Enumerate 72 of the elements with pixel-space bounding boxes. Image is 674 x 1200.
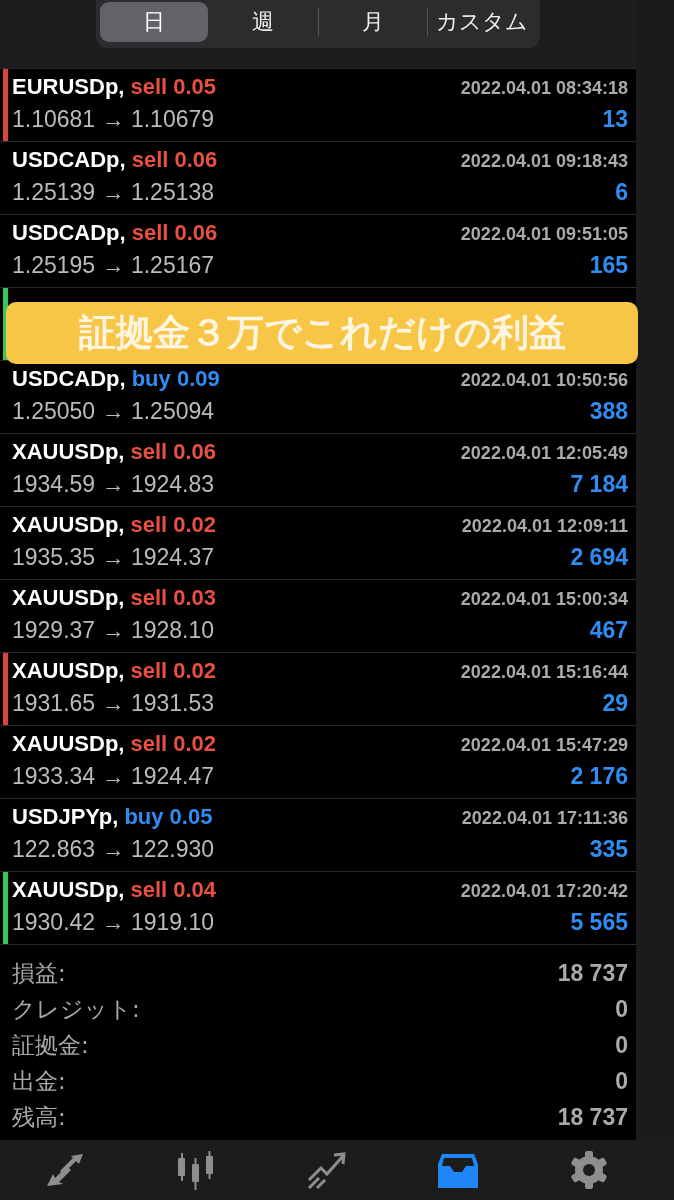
symbol: EURUSDp, xyxy=(12,74,125,100)
symbol: XAUUSDp, xyxy=(12,439,125,465)
symbol: XAUUSDp, xyxy=(12,877,125,903)
profit-value: 388 xyxy=(589,398,628,425)
profit-value: 6 xyxy=(615,179,628,206)
symbol: XAUUSDp, xyxy=(12,658,125,684)
deal-time: 2022.04.01 12:05:49 xyxy=(460,443,628,464)
trend-arrow-icon xyxy=(305,1150,349,1190)
symbol: USDJPYp, xyxy=(12,804,119,830)
order-type: sell 0.02 xyxy=(130,658,217,684)
order-type: sell 0.06 xyxy=(131,220,218,246)
price-change: 1.25139 → 1.25138 xyxy=(12,179,215,206)
price-change: 1.10681 → 1.10679 xyxy=(12,106,215,133)
deal-time: 2022.04.01 15:16:44 xyxy=(460,662,628,683)
summary-label: 証拠金: xyxy=(12,1030,89,1060)
deal-time: 2022.04.01 17:20:42 xyxy=(460,881,628,902)
summary-label: 損益: xyxy=(12,958,66,988)
profit-value: 2 176 xyxy=(570,763,628,790)
profit-value: 335 xyxy=(589,836,628,863)
profit-value: 29 xyxy=(602,690,628,717)
price-change: 1.25050 → 1.25094 xyxy=(12,398,215,425)
order-type: sell 0.05 xyxy=(130,74,217,100)
summary-value: 0 xyxy=(615,1067,628,1095)
price-change: 122.863 → 122.930 xyxy=(12,836,215,863)
caption-banner: 証拠金３万でこれだけの利益 xyxy=(6,302,638,364)
tab-bar-button[interactable] xyxy=(305,1150,349,1190)
period-tab[interactable]: カスタム xyxy=(427,2,536,42)
order-type: sell 0.06 xyxy=(131,147,218,173)
order-type: sell 0.04 xyxy=(130,877,217,903)
deal-time: 2022.04.01 09:18:43 xyxy=(460,151,628,172)
order-type: sell 0.02 xyxy=(130,731,217,757)
period-tab[interactable]: 日 xyxy=(100,2,209,42)
order-type: buy 0.09 xyxy=(131,366,220,392)
period-tab[interactable]: 月 xyxy=(318,2,427,42)
order-type: sell 0.06 xyxy=(130,439,217,465)
summary-label: 残高: xyxy=(12,1102,66,1132)
summary-value: 18 737 xyxy=(557,959,628,987)
deal-time: 2022.04.01 09:51:05 xyxy=(460,224,628,245)
price-change: 1929.37 → 1928.10 xyxy=(12,617,215,644)
price-change: 1933.34 → 1924.47 xyxy=(12,763,215,790)
price-change: 1934.59 → 1924.83 xyxy=(12,471,215,498)
price-change: 1930.42 → 1919.10 xyxy=(12,909,215,936)
price-change: 1935.35 → 1924.37 xyxy=(12,544,215,571)
symbol: USDCADp, xyxy=(12,220,126,246)
order-type: buy 0.05 xyxy=(124,804,213,830)
profit-value: 7 184 xyxy=(570,471,628,498)
symbol: XAUUSDp, xyxy=(12,512,125,538)
deal-time: 2022.04.01 17:11:36 xyxy=(461,808,628,829)
symbol: XAUUSDp, xyxy=(12,731,125,757)
symbol: USDCADp, xyxy=(12,366,126,392)
summary-label: 出金: xyxy=(12,1066,66,1096)
profit-value: 2 694 xyxy=(570,544,628,571)
summary-value: 18 737 xyxy=(557,1103,628,1131)
order-type: sell 0.02 xyxy=(130,512,217,538)
profit-value: 165 xyxy=(589,252,628,279)
profit-value: 467 xyxy=(589,617,628,644)
deal-time: 2022.04.01 15:47:29 xyxy=(460,735,628,756)
period-tab[interactable]: 週 xyxy=(209,2,318,42)
symbol: XAUUSDp, xyxy=(12,585,125,611)
profit-value: 5 565 xyxy=(570,909,628,936)
summary-value: 0 xyxy=(615,1031,628,1059)
deal-time: 2022.04.01 08:34:18 xyxy=(460,78,628,99)
summary-value: 0 xyxy=(615,995,628,1023)
deal-time: 2022.04.01 15:00:34 xyxy=(460,589,628,610)
price-change: 1931.65 → 1931.53 xyxy=(12,690,215,717)
profit-value: 13 xyxy=(602,106,628,133)
symbol: USDCADp, xyxy=(12,147,126,173)
deal-time: 2022.04.01 12:09:11 xyxy=(461,516,628,537)
deal-time: 2022.04.01 10:50:56 xyxy=(460,370,628,391)
price-change: 1.25195 → 1.25167 xyxy=(12,252,215,279)
order-type: sell 0.03 xyxy=(130,585,217,611)
summary-label: クレジット: xyxy=(12,994,140,1024)
